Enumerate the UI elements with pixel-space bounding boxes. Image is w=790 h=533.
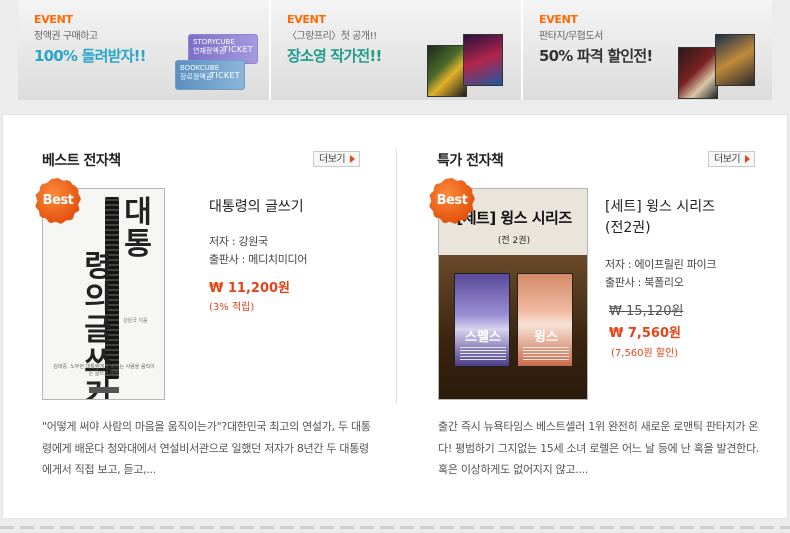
volume-2-cover: 윙스 (517, 273, 573, 367)
special-book-publisher: 출판사 : 북폴리오 (605, 276, 684, 289)
more-label: 더보기 (714, 154, 741, 165)
special-book-sale-price: ₩ 7,560원 (609, 326, 681, 341)
event-banner-sale[interactable]: EVENT 판타지/무협도서 50% 파격 할인전! (521, 0, 772, 100)
event-tag: EVENT (34, 13, 73, 26)
best-book-publisher: 출판사 : 메디치미디어 (209, 253, 308, 266)
event-headline: 100% 돌려받자!! (34, 47, 146, 65)
best-book-description: "어떻게 써야 사람의 마음을 움직이는가"?대한민국 최고의 연설가, 두 대… (42, 420, 371, 476)
best-book-price: ₩ 11,200원 (209, 281, 290, 296)
event-banner-strip: EVENT 정액권 구매하고 100% 돌려받자!! STORYCUBE 연재정… (18, 0, 772, 100)
event-tag: EVENT (539, 13, 578, 26)
ticket-kind: TICKET (223, 45, 253, 54)
cover-text-lines (523, 346, 569, 360)
volume-2-title: 윙스 (534, 330, 558, 345)
book-cover-thumbnail (678, 47, 718, 99)
event-headline: 장소영 작가전!! (287, 47, 382, 65)
bottom-dashed-border (0, 526, 790, 529)
event-subtitle: 〈그랑프리〉첫 공개!! (287, 31, 377, 42)
best-ebook-heading: 베스트 전자책 (42, 153, 121, 169)
ticket-kind: TICKET (210, 71, 240, 80)
event-subtitle: 정액권 구매하고 (34, 31, 98, 42)
special-ebook-heading: 특가 전자책 (437, 153, 504, 169)
more-label: 더보기 (319, 154, 346, 165)
publisher-logo (89, 387, 119, 393)
volume-1-title: 스펠스 (465, 330, 501, 345)
arrow-right-icon (745, 155, 751, 163)
best-book-author: 저자 : 강원국 (209, 235, 268, 248)
book-cover-thumbnail (427, 45, 467, 97)
event-banner-ticket[interactable]: EVENT 정액권 구매하고 100% 돌려받자!! STORYCUBE 연재정… (18, 0, 269, 100)
special-book-original-price: ₩ 15,120원 (609, 304, 684, 319)
cover-author: 강원국 지음 (123, 318, 148, 324)
special-book-title-volumes[interactable]: (전2권) (605, 217, 651, 237)
book-cover-thumbnail (463, 34, 503, 86)
cover-title-top: 대통 (124, 195, 152, 262)
best-book-title[interactable]: 대통령의 글쓰기 (209, 196, 304, 216)
special-book-description: 출간 즉시 뉴욕타임스 베스트셀러 1위 완전히 새로운 로맨틱 판타지가 온다… (438, 420, 760, 476)
best-more-button[interactable]: 더보기 (313, 151, 361, 167)
column-divider (396, 149, 397, 404)
event-tag: EVENT (287, 13, 326, 26)
event-banner-author[interactable]: EVENT 〈그랑프리〉첫 공개!! 장소영 작가전!! (269, 0, 521, 100)
special-more-button[interactable]: 더보기 (708, 151, 756, 167)
special-book-author: 저자 : 에이프릴린 파이크 (605, 258, 717, 271)
book-cover-thumbnail (715, 34, 755, 86)
best-book-points: (3% 적립) (209, 302, 255, 313)
event-headline: 50% 파격 할인전! (539, 47, 653, 65)
arrow-right-icon (350, 155, 356, 163)
special-book-title[interactable]: [세트] 윙스 시리즈 (605, 196, 715, 216)
volume-1-cover: 스펠스 (454, 273, 510, 367)
cover-text-lines (460, 346, 506, 360)
cover-volumes: (전 2권) (497, 236, 531, 246)
special-book-discount: (7,560원 할인) (611, 348, 679, 359)
cover-subtitle: 김대중, 노무현 대통령에게 배우는 사람을 움직이는 글쓰기 비법 (53, 364, 155, 377)
bookcube-ticket-image: BOOKCUBE 장르정액권 TICKET (175, 60, 245, 90)
event-subtitle: 판타지/무협도서 (539, 31, 603, 42)
